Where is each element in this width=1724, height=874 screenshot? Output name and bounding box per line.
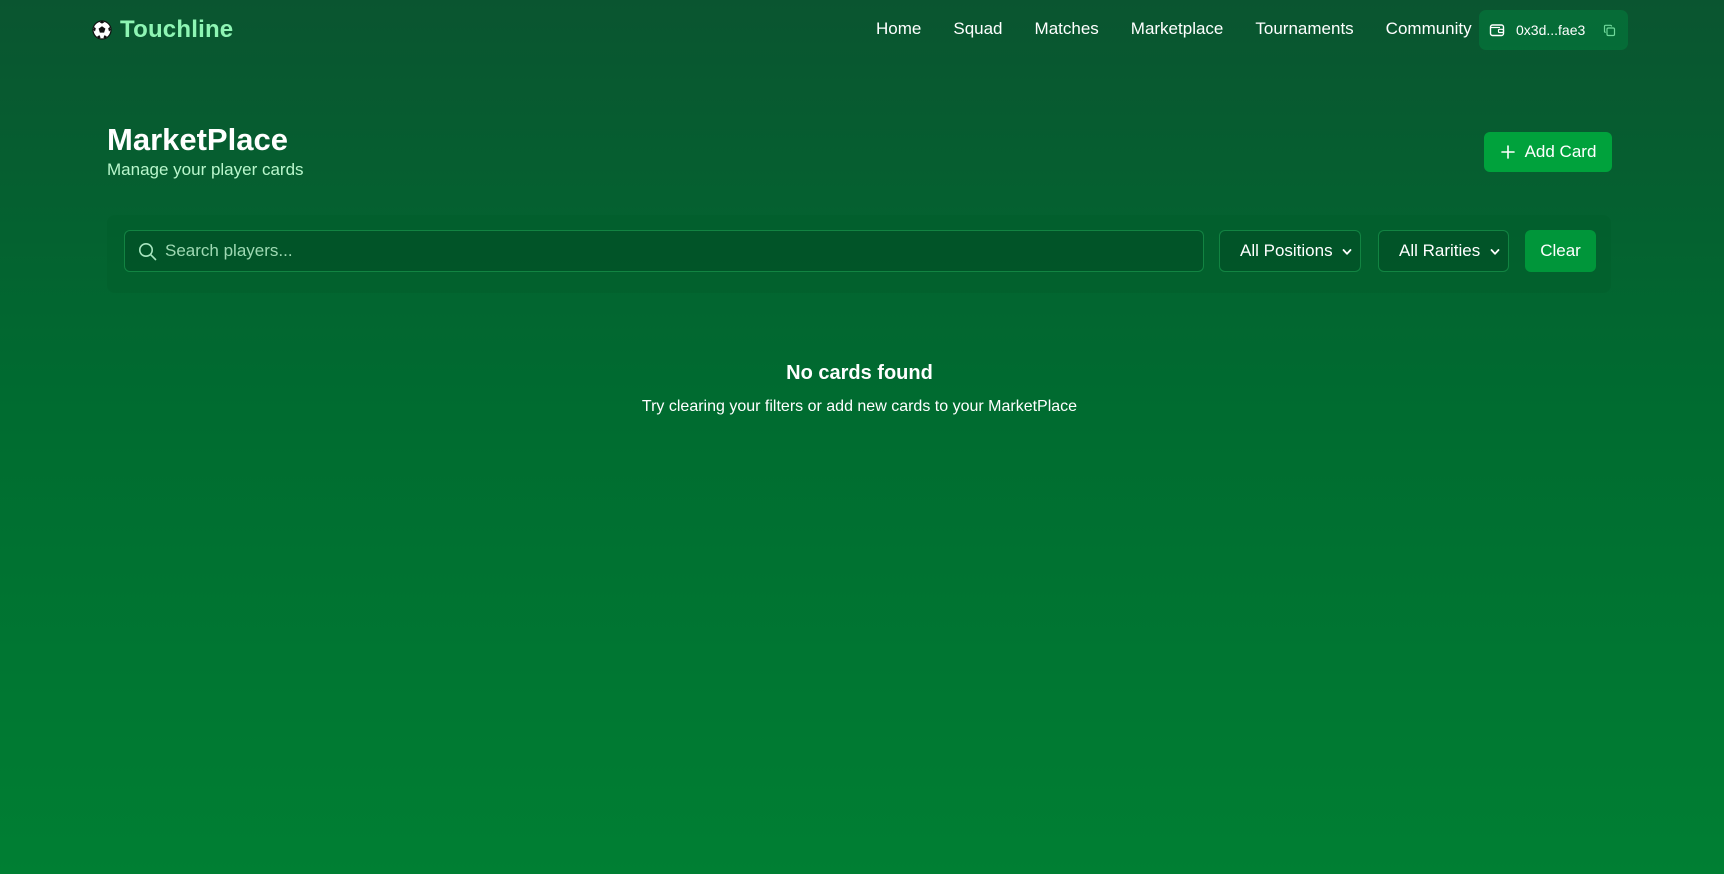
add-card-label: Add Card <box>1524 142 1597 161</box>
nav-link-marketplace[interactable]: Marketplace <box>1131 19 1224 39</box>
plus-icon <box>1500 145 1515 159</box>
add-card-button[interactable]: Add Card <box>1484 132 1612 172</box>
search-box[interactable] <box>124 230 1204 272</box>
wallet-address: 0x3d...fae3 <box>1516 22 1586 38</box>
nav-link-tournaments[interactable]: Tournaments <box>1255 19 1353 39</box>
search-icon <box>139 243 157 261</box>
page-title: MarketPlace <box>107 122 288 157</box>
clear-filters-label: Clear <box>1540 241 1581 260</box>
nav-link-home[interactable]: Home <box>876 19 921 39</box>
wallet-badge: 0x3d...fae3 <box>1479 10 1628 50</box>
search-input[interactable] <box>165 231 1195 271</box>
position-filter-select[interactable]: All Positions <box>1219 230 1361 272</box>
empty-state-title: No cards found <box>786 362 933 384</box>
position-filter-value: All Positions <box>1240 241 1333 260</box>
rarity-filter-select[interactable]: All Rarities <box>1378 230 1509 272</box>
chevron-down-icon <box>1490 249 1500 255</box>
copy-address-button[interactable] <box>1601 22 1617 38</box>
soccer-ball-icon <box>92 20 112 40</box>
main-nav: Home Squad Matches Marketplace Tournamen… <box>876 19 1504 39</box>
nav-link-community[interactable]: Community <box>1386 19 1472 39</box>
copy-icon <box>1603 24 1615 36</box>
nav-link-squad[interactable]: Squad <box>953 19 1002 39</box>
rarity-filter-value: All Rarities <box>1399 241 1481 260</box>
empty-state-message: Try clearing your filters or add new car… <box>641 398 1078 415</box>
top-navigation-bar: Touchline Home Squad Matches Marketplace… <box>0 0 1724 60</box>
page-subtitle: Manage your player cards <box>107 160 304 179</box>
wallet-icon <box>1489 24 1505 37</box>
chevron-down-icon <box>1342 249 1352 255</box>
nav-link-matches[interactable]: Matches <box>1035 19 1099 39</box>
clear-filters-button[interactable]: Clear <box>1525 230 1596 272</box>
brand-logo[interactable]: Touchline <box>92 16 233 44</box>
brand-name: Touchline <box>120 16 234 43</box>
